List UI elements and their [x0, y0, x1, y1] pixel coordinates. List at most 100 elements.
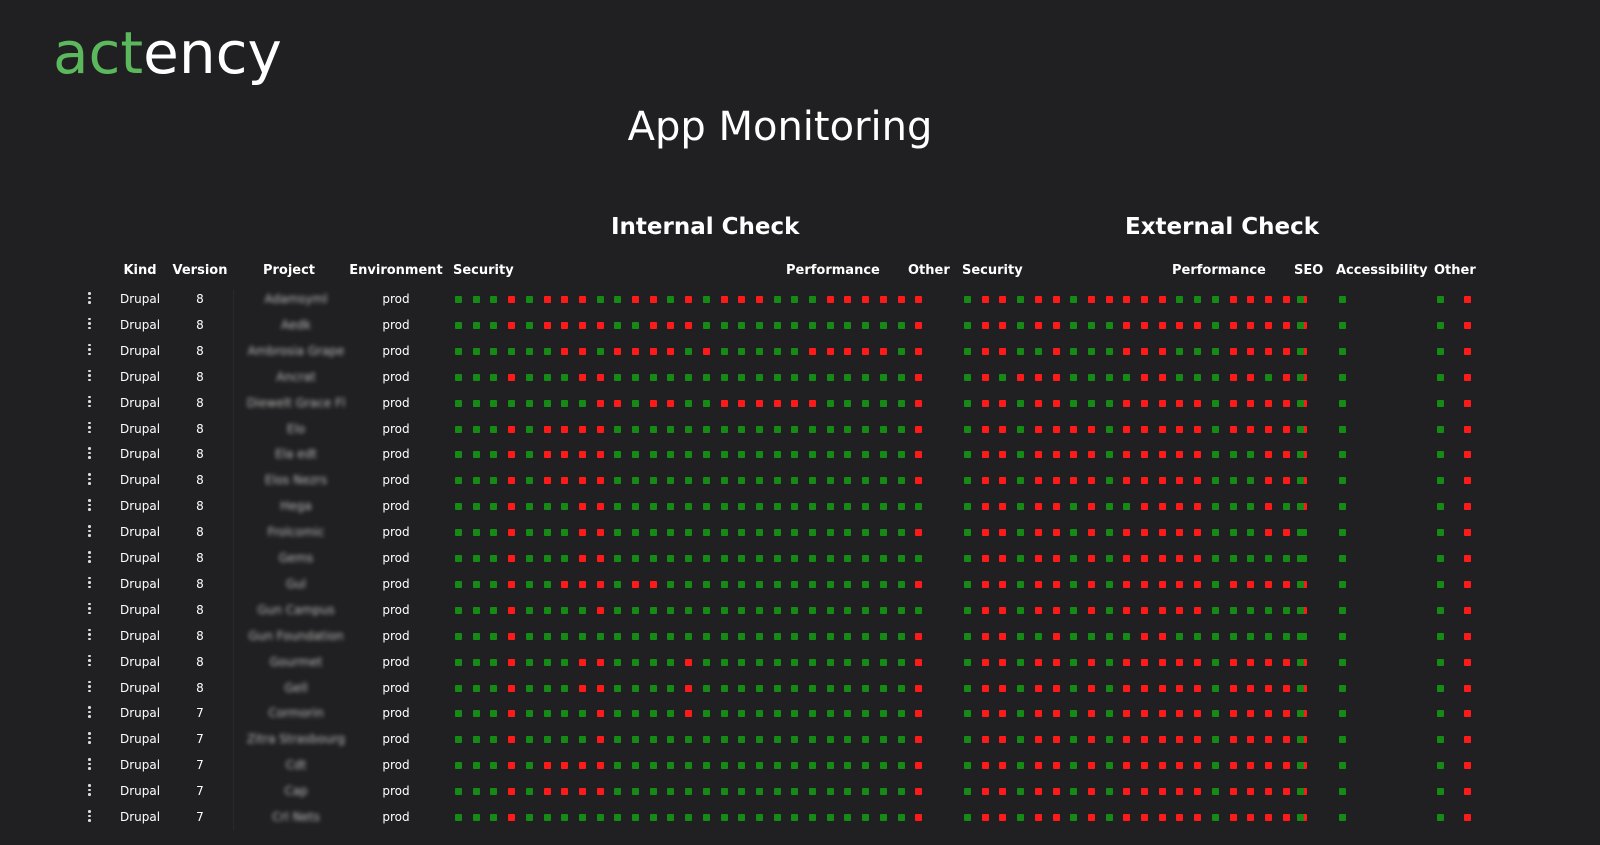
external-check-status[interactable] — [1282, 529, 1290, 537]
internal-check-status[interactable] — [738, 347, 746, 355]
external-check-status[interactable] — [981, 399, 989, 407]
internal-check-status[interactable] — [561, 606, 569, 614]
external-check-status[interactable] — [981, 762, 989, 770]
internal-check-status[interactable] — [649, 555, 657, 562]
row-menu-icon[interactable] — [88, 810, 92, 824]
internal-check-status[interactable] — [578, 814, 586, 821]
internal-check-status[interactable] — [702, 296, 710, 303]
external-check-status[interactable] — [1229, 555, 1237, 562]
external-check-status[interactable] — [1070, 503, 1078, 511]
internal-check-status[interactable] — [667, 606, 675, 614]
internal-check-status[interactable] — [844, 451, 852, 459]
internal-check-status[interactable] — [738, 658, 746, 666]
external-check-status[interactable] — [1052, 580, 1060, 588]
external-check-status[interactable] — [999, 580, 1007, 588]
row-menu-icon[interactable] — [88, 576, 92, 591]
internal-check-status[interactable] — [472, 321, 480, 329]
internal-check-status[interactable] — [472, 477, 480, 485]
internal-check-status[interactable] — [525, 451, 533, 459]
internal-check-status[interactable] — [667, 580, 675, 588]
external-check-status[interactable] — [1087, 425, 1095, 433]
internal-check-status[interactable] — [685, 451, 693, 459]
internal-check-status[interactable] — [791, 555, 799, 562]
seo-check-status[interactable] — [1297, 580, 1304, 588]
external-check-status[interactable] — [1176, 321, 1184, 329]
internal-check-status[interactable] — [791, 321, 799, 329]
external-other-status[interactable] — [1437, 529, 1444, 537]
internal-check-status[interactable] — [508, 555, 516, 562]
internal-check-status[interactable] — [738, 555, 746, 562]
internal-check-status[interactable] — [543, 606, 551, 614]
external-check-status[interactable] — [1282, 477, 1290, 485]
internal-check-status[interactable] — [879, 580, 887, 588]
external-check-status[interactable] — [1158, 477, 1166, 485]
internal-check-status[interactable] — [826, 451, 834, 459]
internal-check-status[interactable] — [578, 580, 586, 588]
external-check-status[interactable] — [1087, 555, 1095, 562]
external-check-status[interactable] — [1194, 347, 1202, 355]
external-check-status[interactable] — [1229, 580, 1237, 588]
seo-check-status[interactable] — [1297, 788, 1304, 796]
external-check-status[interactable] — [1052, 555, 1060, 562]
internal-check-status[interactable] — [578, 529, 586, 537]
internal-check-status[interactable] — [844, 762, 852, 770]
internal-check-status[interactable] — [844, 321, 852, 329]
internal-check-status[interactable] — [791, 632, 799, 640]
internal-check-status[interactable] — [809, 373, 816, 381]
external-check-status[interactable] — [1158, 684, 1166, 692]
internal-check-status[interactable] — [791, 580, 799, 588]
external-check-status[interactable] — [964, 399, 971, 407]
internal-check-status[interactable] — [773, 529, 781, 537]
internal-check-status[interactable] — [809, 736, 816, 744]
internal-check-status[interactable] — [879, 632, 887, 640]
internal-check-status[interactable] — [667, 788, 675, 796]
external-check-status[interactable] — [1158, 399, 1166, 407]
internal-check-status[interactable] — [685, 762, 693, 770]
external-check-status[interactable] — [1141, 684, 1148, 692]
internal-check-status[interactable] — [809, 321, 816, 329]
external-check-status[interactable] — [964, 425, 971, 433]
external-check-status[interactable] — [1176, 503, 1184, 511]
external-check-status[interactable] — [1176, 736, 1184, 744]
external-check-status[interactable] — [1264, 477, 1272, 485]
internal-check-status[interactable] — [720, 321, 728, 329]
internal-check-status[interactable] — [720, 658, 728, 666]
external-check-status[interactable] — [1158, 762, 1166, 770]
internal-check-status[interactable] — [472, 529, 480, 537]
internal-check-status[interactable] — [561, 788, 569, 796]
internal-check-status[interactable] — [455, 321, 462, 329]
external-check-status[interactable] — [1247, 710, 1255, 718]
external-check-status[interactable] — [1229, 684, 1237, 692]
external-check-status[interactable] — [1176, 451, 1184, 459]
external-check-status[interactable] — [1229, 451, 1237, 459]
external-check-status[interactable] — [1211, 321, 1219, 329]
external-check-status[interactable] — [1158, 555, 1166, 562]
external-check-status[interactable] — [1282, 555, 1290, 562]
external-check-status[interactable] — [1141, 658, 1148, 666]
external-check-status[interactable] — [1105, 399, 1113, 407]
internal-check-status[interactable] — [596, 736, 604, 744]
internal-check-status[interactable] — [755, 632, 763, 640]
internal-check-status[interactable] — [773, 451, 781, 459]
accessibility-check-status[interactable] — [1339, 736, 1346, 744]
external-check-status[interactable] — [1176, 373, 1184, 381]
external-check-status[interactable] — [1247, 684, 1255, 692]
internal-check-status[interactable] — [561, 503, 569, 511]
external-check-status[interactable] — [1087, 296, 1095, 303]
internal-check-status[interactable] — [561, 632, 569, 640]
seo-check-status[interactable] — [1297, 658, 1304, 666]
internal-check-status[interactable] — [632, 503, 639, 511]
seo-check-status[interactable] — [1297, 736, 1304, 744]
external-check-status[interactable] — [1070, 762, 1078, 770]
internal-check-status[interactable] — [809, 788, 816, 796]
internal-check-status[interactable] — [614, 606, 622, 614]
internal-check-status[interactable] — [561, 347, 569, 355]
internal-check-status[interactable] — [596, 580, 604, 588]
internal-check-status[interactable] — [862, 658, 870, 666]
internal-check-status[interactable] — [755, 606, 763, 614]
internal-check-status[interactable] — [791, 788, 799, 796]
external-check-status[interactable] — [1247, 399, 1255, 407]
internal-check-status[interactable] — [596, 814, 604, 821]
external-check-status[interactable] — [1034, 451, 1042, 459]
external-check-status[interactable] — [999, 451, 1007, 459]
